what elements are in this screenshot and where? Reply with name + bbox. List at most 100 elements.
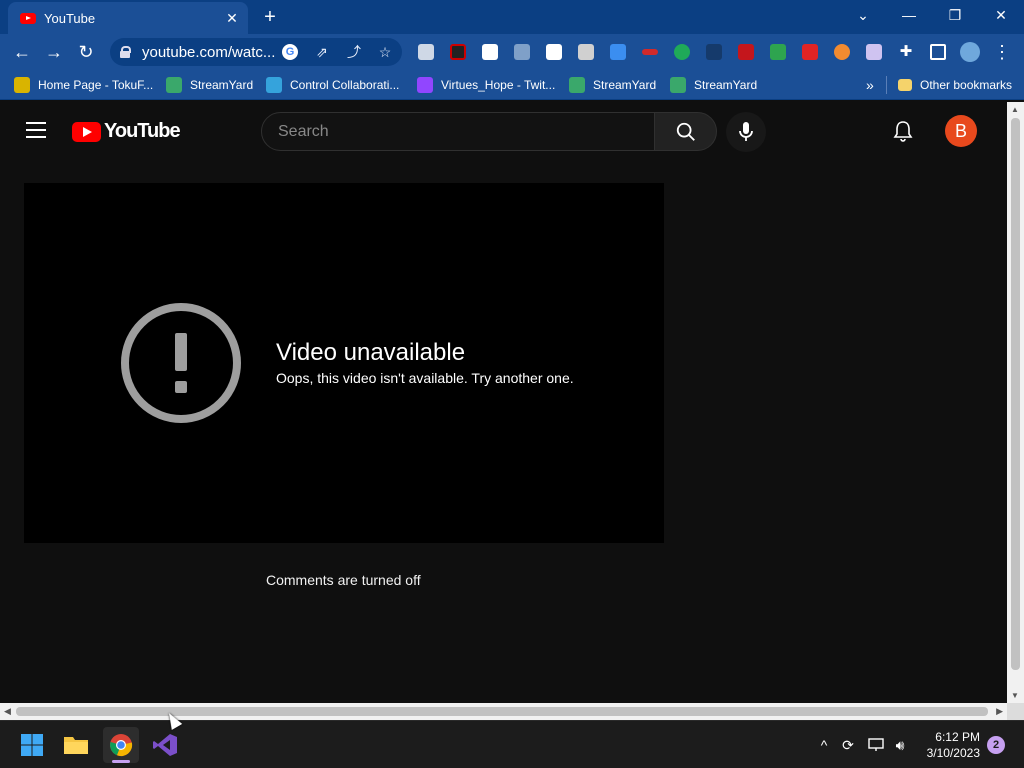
horizontal-scroll-thumb[interactable] (16, 707, 988, 716)
profile-avatar-icon[interactable] (960, 42, 980, 62)
folder-icon (898, 79, 912, 91)
taskbar-clock[interactable]: 6:12 PM 3/10/2023 (916, 729, 980, 761)
google-lens-icon[interactable]: G (282, 44, 298, 60)
horizontal-scrollbar[interactable]: ◀ ▶ (0, 703, 1007, 720)
lock-icon[interactable] (120, 46, 131, 58)
vertical-scrollbar[interactable]: ▲ ▼ (1007, 102, 1024, 703)
address-bar[interactable]: youtube.com/watc... G ⇗ ⤴ ☆ (110, 38, 402, 66)
window-close-button[interactable]: ✕ (978, 0, 1024, 30)
bookmark-star-icon[interactable]: ☆ (377, 44, 393, 60)
extension-1-icon[interactable] (418, 44, 434, 60)
monitor-icon (266, 77, 282, 93)
notifications-button[interactable] (886, 114, 920, 148)
extension-13-icon[interactable] (802, 44, 818, 60)
bookmark-item[interactable]: StreamYard (569, 76, 656, 94)
windows-logo-icon (21, 734, 43, 756)
error-title: Video unavailable (276, 339, 466, 366)
extension-15-icon[interactable] (866, 44, 882, 60)
bookmark-item[interactable]: Home Page - TokuF... (14, 76, 153, 94)
other-bookmarks-folder[interactable]: Other bookmarks (898, 76, 1012, 94)
scroll-right-arrow-icon[interactable]: ▶ (996, 706, 1003, 717)
tab-youtube[interactable]: YouTube ✕ (8, 2, 248, 34)
search-input[interactable] (262, 122, 654, 141)
scrollbar-corner (1007, 703, 1024, 720)
streamyard-icon (166, 77, 182, 93)
extension-8-icon[interactable] (642, 49, 658, 55)
bookmark-label: StreamYard (190, 78, 254, 92)
youtube-play-icon (72, 121, 101, 142)
sync-icon[interactable]: ⟳ (838, 735, 858, 755)
clock-date: 3/10/2023 (926, 746, 980, 760)
extension-3-icon[interactable] (482, 44, 498, 60)
search-field[interactable] (261, 112, 655, 151)
tab-title: YouTube (44, 10, 96, 26)
address-url[interactable]: youtube.com/watc... (142, 44, 275, 61)
notification-badge[interactable]: 2 (987, 736, 1005, 754)
chrome-icon (110, 734, 133, 757)
extension-4-icon[interactable] (514, 44, 530, 60)
scroll-down-arrow-icon[interactable]: ▼ (1011, 691, 1019, 700)
forward-button[interactable]: → (42, 40, 66, 64)
minimize-button[interactable]: — (886, 0, 932, 30)
visual-studio-button[interactable] (147, 727, 183, 763)
open-in-app-icon[interactable]: ⇗ (314, 44, 330, 60)
tab-close-icon[interactable]: ✕ (224, 10, 240, 27)
bookmark-item[interactable]: StreamYard (670, 76, 757, 94)
browser-tab-strip: YouTube ✕ + ⌄ — ❐ ✕ (0, 0, 1024, 34)
warning-icon (121, 303, 241, 423)
streamyard-icon (670, 77, 686, 93)
extension-9-icon[interactable] (674, 44, 690, 60)
guide-menu-icon[interactable] (26, 122, 46, 138)
restore-button[interactable]: ❐ (932, 0, 978, 30)
search-icon (676, 122, 695, 141)
search-button[interactable] (654, 112, 717, 151)
extension-11-icon[interactable] (738, 44, 754, 60)
folder-icon (64, 737, 88, 754)
bookmark-label: StreamYard (694, 78, 758, 92)
streamyard-icon (569, 77, 585, 93)
video-player[interactable]: Video unavailable Oops, this video isn't… (24, 183, 664, 543)
extension-2-icon[interactable] (450, 44, 466, 60)
chrome-menu-button[interactable]: ⋮ (990, 40, 1014, 64)
extension-7-icon[interactable] (610, 44, 626, 60)
share-icon[interactable]: ⤴ (346, 44, 362, 60)
bookmarks-bar: Home Page - TokuF... StreamYard Control … (0, 70, 1024, 100)
new-tab-button[interactable]: + (258, 6, 282, 28)
clock-time: 6:12 PM (935, 730, 980, 744)
chrome-taskbar-button[interactable] (103, 727, 139, 763)
volume-icon[interactable]: 🔊︎ (890, 735, 910, 755)
file-explorer-button[interactable] (58, 727, 94, 763)
side-panel-icon[interactable] (930, 44, 946, 60)
visual-studio-icon (153, 734, 177, 756)
youtube-logo[interactable]: YouTube (72, 120, 181, 143)
extension-6-icon[interactable] (578, 44, 594, 60)
bookmark-item[interactable]: StreamYard (166, 76, 253, 94)
windows-taskbar: ^ ⟳ 🔊︎ 6:12 PM 3/10/2023 2 (0, 720, 1024, 768)
voice-search-button[interactable] (726, 112, 766, 152)
bookmark-label: StreamYard (593, 78, 657, 92)
scroll-up-arrow-icon[interactable]: ▲ (1011, 105, 1019, 114)
network-icon[interactable] (866, 735, 886, 755)
tray-overflow-icon[interactable]: ^ (814, 735, 834, 755)
tab-search-button[interactable]: ⌄ (840, 0, 886, 30)
bookmark-item[interactable]: Control Collaborati... (266, 76, 399, 94)
vertical-scroll-thumb[interactable] (1011, 118, 1020, 670)
start-button[interactable] (14, 727, 50, 763)
back-button[interactable]: ← (10, 40, 34, 64)
extension-14-icon[interactable] (834, 44, 850, 60)
active-app-indicator (112, 760, 130, 763)
extension-5-icon[interactable] (546, 44, 562, 60)
bookmarks-overflow-button[interactable]: » (866, 76, 874, 94)
account-avatar[interactable]: B (945, 115, 977, 147)
youtube-page: YouTube B (0, 102, 1007, 703)
reload-button[interactable]: ↻ (74, 40, 98, 64)
bookmark-label: Control Collaborati... (290, 78, 400, 92)
extension-10-icon[interactable] (706, 44, 722, 60)
scroll-left-arrow-icon[interactable]: ◀ (4, 706, 11, 717)
bookmark-item[interactable]: Virtues_Hope - Twit... (417, 76, 555, 94)
extensions-puzzle-icon[interactable]: ✚ (898, 44, 914, 60)
bookmark-label: Home Page - TokuF... (38, 78, 154, 92)
other-bookmarks-label: Other bookmarks (920, 78, 1013, 92)
extension-12-icon[interactable] (770, 44, 786, 60)
error-subtitle: Oops, this video isn't available. Try an… (276, 370, 574, 386)
